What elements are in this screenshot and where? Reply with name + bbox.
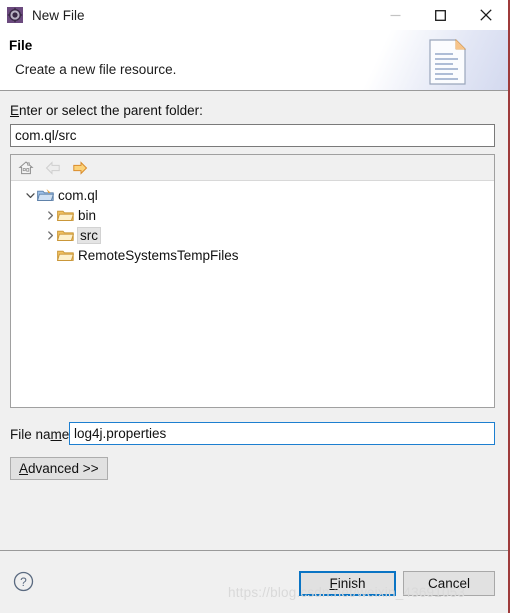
folder-icon (57, 228, 74, 243)
dialog-body: Enter or select the parent folder: com.q… (0, 91, 508, 550)
svg-text:?: ? (20, 575, 27, 589)
tree-node-label: src (77, 226, 101, 244)
advanced-button[interactable]: Advanced >> (10, 457, 108, 480)
chevron-down-icon[interactable] (24, 189, 37, 202)
close-button[interactable] (463, 0, 508, 30)
forward-arrow-icon[interactable] (71, 159, 89, 177)
header-gradient (328, 30, 508, 90)
folder-icon (57, 248, 74, 263)
parent-folder-label: Enter or select the parent folder: (10, 103, 203, 118)
title-bar: New File (0, 0, 508, 30)
back-arrow-icon[interactable] (44, 159, 62, 177)
help-icon[interactable]: ? (13, 571, 34, 592)
tree-node-label: com.ql (58, 187, 98, 203)
tree-node-src[interactable]: src (11, 225, 494, 245)
tree-node-bin[interactable]: bin (11, 205, 494, 225)
tree-node-label: RemoteSystemsTempFiles (78, 247, 239, 263)
new-file-dialog: New File File Create a new file resource… (0, 0, 510, 613)
file-name-input[interactable] (69, 422, 495, 445)
window-title: New File (32, 7, 85, 23)
parent-folder-label-rest: nter or select the parent folder: (19, 103, 203, 118)
file-name-label-before: File na (10, 427, 51, 442)
project-folder-icon (37, 188, 54, 203)
minimize-button[interactable] (373, 0, 418, 30)
watermark-text: https://blog.csdn.net/weixin_43691053 (228, 585, 466, 600)
folder-tree[interactable]: com.ql bin src RemoteSystemsTempFiles (11, 181, 494, 407)
home-icon[interactable] (17, 159, 35, 177)
maximize-button[interactable] (418, 0, 463, 30)
tree-node-label: bin (78, 207, 97, 223)
tree-node-com-ql[interactable]: com.ql (11, 185, 494, 205)
chevron-right-icon[interactable] (44, 209, 57, 222)
file-name-label: File name: (10, 427, 73, 442)
folder-tree-panel: com.ql bin src RemoteSystemsTempFiles (10, 154, 495, 408)
tree-node-remotesystemstempfiles[interactable]: RemoteSystemsTempFiles (11, 245, 494, 265)
chevron-right-icon[interactable] (44, 229, 57, 242)
advanced-button-mnemonic: A (19, 461, 29, 476)
file-name-label-mnemonic: m (50, 427, 62, 442)
parent-folder-input[interactable] (10, 124, 495, 147)
new-file-document-icon (427, 38, 469, 86)
folder-icon (57, 208, 74, 223)
advanced-button-label: dvanced >> (28, 461, 99, 476)
page-description: Create a new file resource. (15, 62, 177, 77)
wizard-header: File Create a new file resource. (0, 30, 508, 91)
parent-folder-label-mnemonic: E (10, 103, 20, 118)
dialog-footer: ? Finish Cancel (0, 550, 508, 613)
tree-toolbar (11, 155, 494, 181)
page-title: File (9, 38, 33, 53)
eclipse-wizard-icon (7, 7, 23, 23)
window-controls (373, 0, 508, 30)
